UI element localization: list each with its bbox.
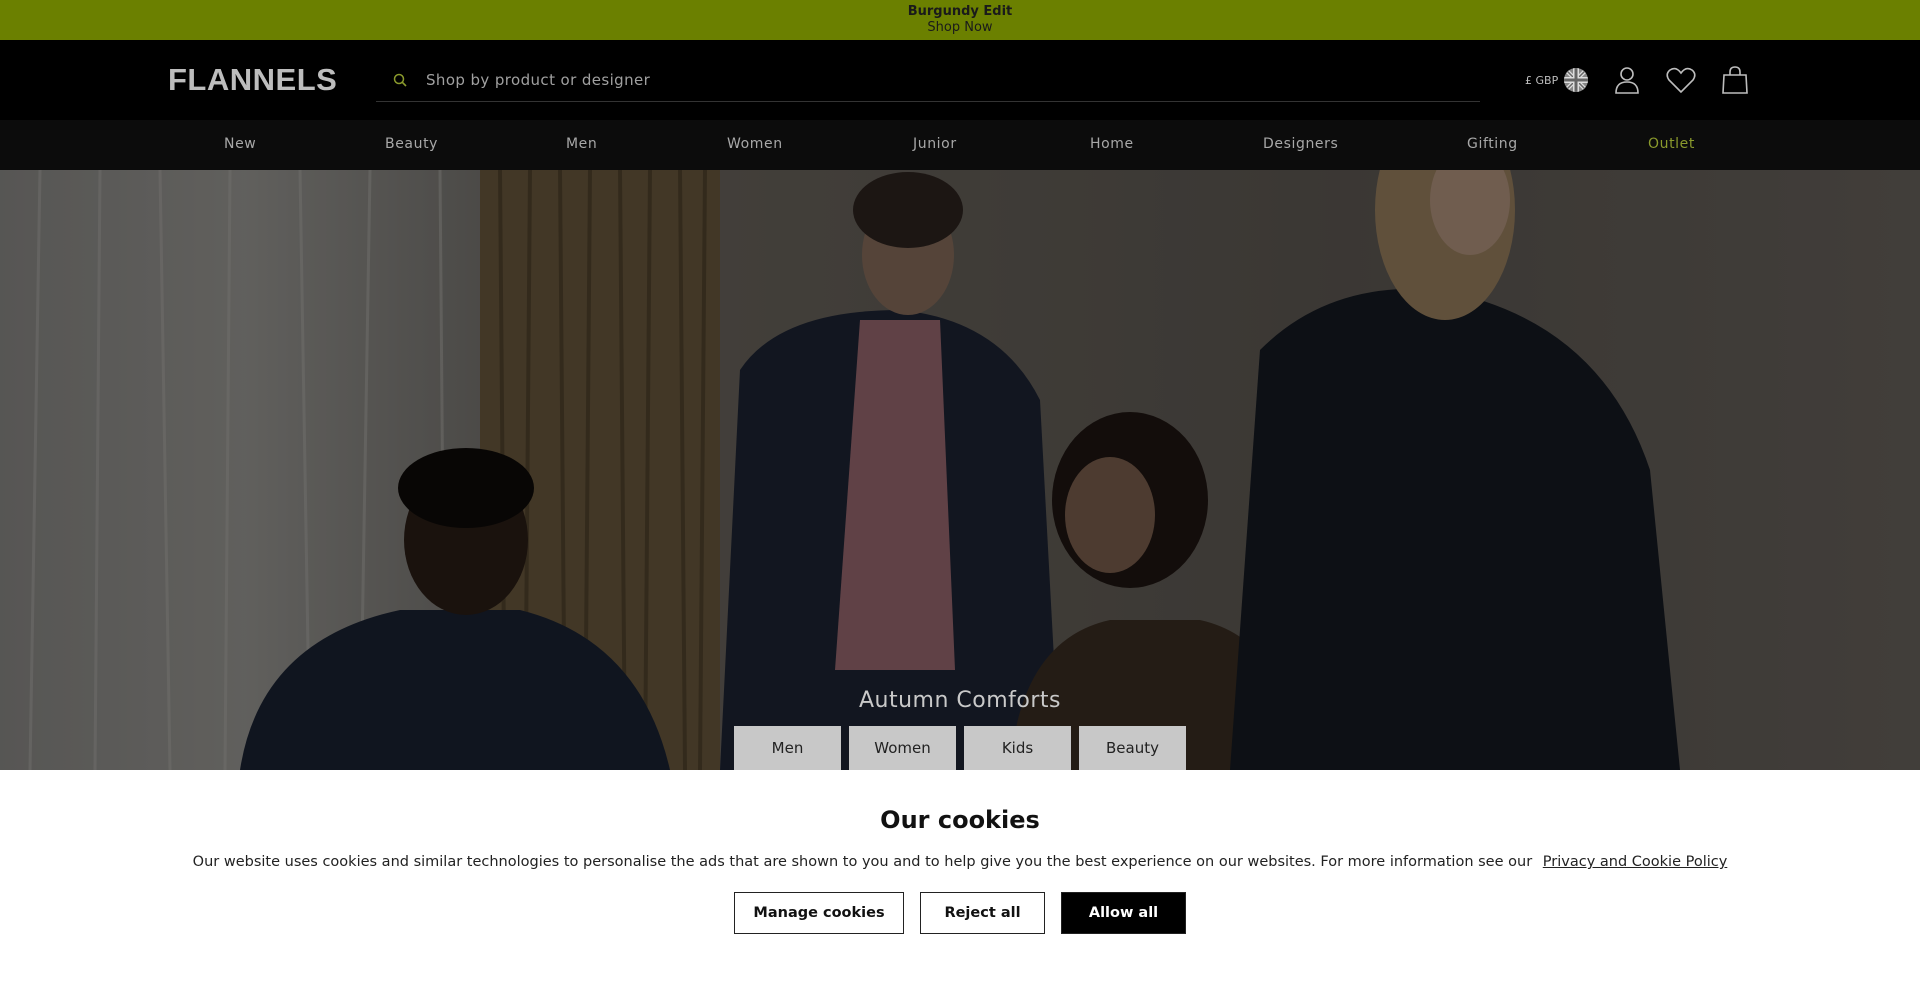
cookie-banner: Our cookies Our website uses cookies and…	[0, 770, 1920, 993]
nav-item-gifting[interactable]: Gifting	[1467, 136, 1518, 152]
shopping-bag-icon[interactable]	[1717, 62, 1753, 98]
cookie-title: Our cookies	[880, 806, 1040, 834]
nav-item-junior[interactable]: Junior	[913, 136, 957, 152]
promo-shop-now-link[interactable]: Shop Now	[927, 20, 992, 36]
hero-banner[interactable]: Autumn Comforts Men Women Kids Beauty	[0, 170, 1920, 770]
hero-kids-button[interactable]: Kids	[964, 726, 1071, 770]
hero-title: Autumn Comforts	[858, 688, 1062, 713]
wishlist-heart-icon[interactable]	[1663, 62, 1699, 98]
currency-selector[interactable]: £ GBP	[1525, 68, 1589, 92]
hero-men-button[interactable]: Men	[734, 726, 841, 770]
nav-item-beauty[interactable]: Beauty	[385, 136, 438, 152]
cookie-message: Our website uses cookies and similar tec…	[0, 854, 1920, 870]
privacy-policy-link[interactable]: Privacy and Cookie Policy	[1543, 854, 1728, 870]
hero-beauty-button[interactable]: Beauty	[1079, 726, 1186, 770]
search-input[interactable]	[426, 70, 1326, 89]
promo-bar[interactable]: Burgundy Edit Shop Now	[0, 0, 1920, 40]
nav-item-outlet[interactable]: Outlet	[1648, 136, 1695, 152]
reject-all-button[interactable]: Reject all	[920, 892, 1045, 934]
uk-flag-icon	[1564, 68, 1589, 92]
account-icon[interactable]	[1609, 62, 1645, 98]
hero-image	[0, 170, 1920, 770]
search-icon[interactable]	[382, 72, 418, 88]
hero-category-buttons: Men Women Kids Beauty	[734, 726, 1186, 770]
nav-item-home[interactable]: Home	[1090, 136, 1134, 152]
manage-cookies-button[interactable]: Manage cookies	[734, 892, 904, 934]
promo-title: Burgundy Edit	[907, 4, 1013, 19]
main-nav: New Beauty Men Women Junior Home Designe…	[0, 120, 1920, 170]
currency-label: £ GBP	[1525, 73, 1559, 87]
allow-all-button[interactable]: Allow all	[1061, 892, 1186, 934]
site-header: FLANNELS £ GBP	[0, 40, 1920, 120]
site-logo[interactable]: FLANNELS	[168, 62, 337, 98]
cookie-buttons: Manage cookies Reject all Allow all	[734, 892, 1186, 934]
nav-item-designers[interactable]: Designers	[1263, 136, 1338, 152]
nav-item-women[interactable]: Women	[727, 136, 783, 152]
nav-item-new[interactable]: New	[224, 136, 256, 152]
hero-women-button[interactable]: Women	[849, 726, 956, 770]
nav-item-men[interactable]: Men	[566, 136, 597, 152]
cookie-message-text: Our website uses cookies and similar tec…	[192, 854, 1533, 870]
search-bar[interactable]	[376, 58, 1480, 102]
